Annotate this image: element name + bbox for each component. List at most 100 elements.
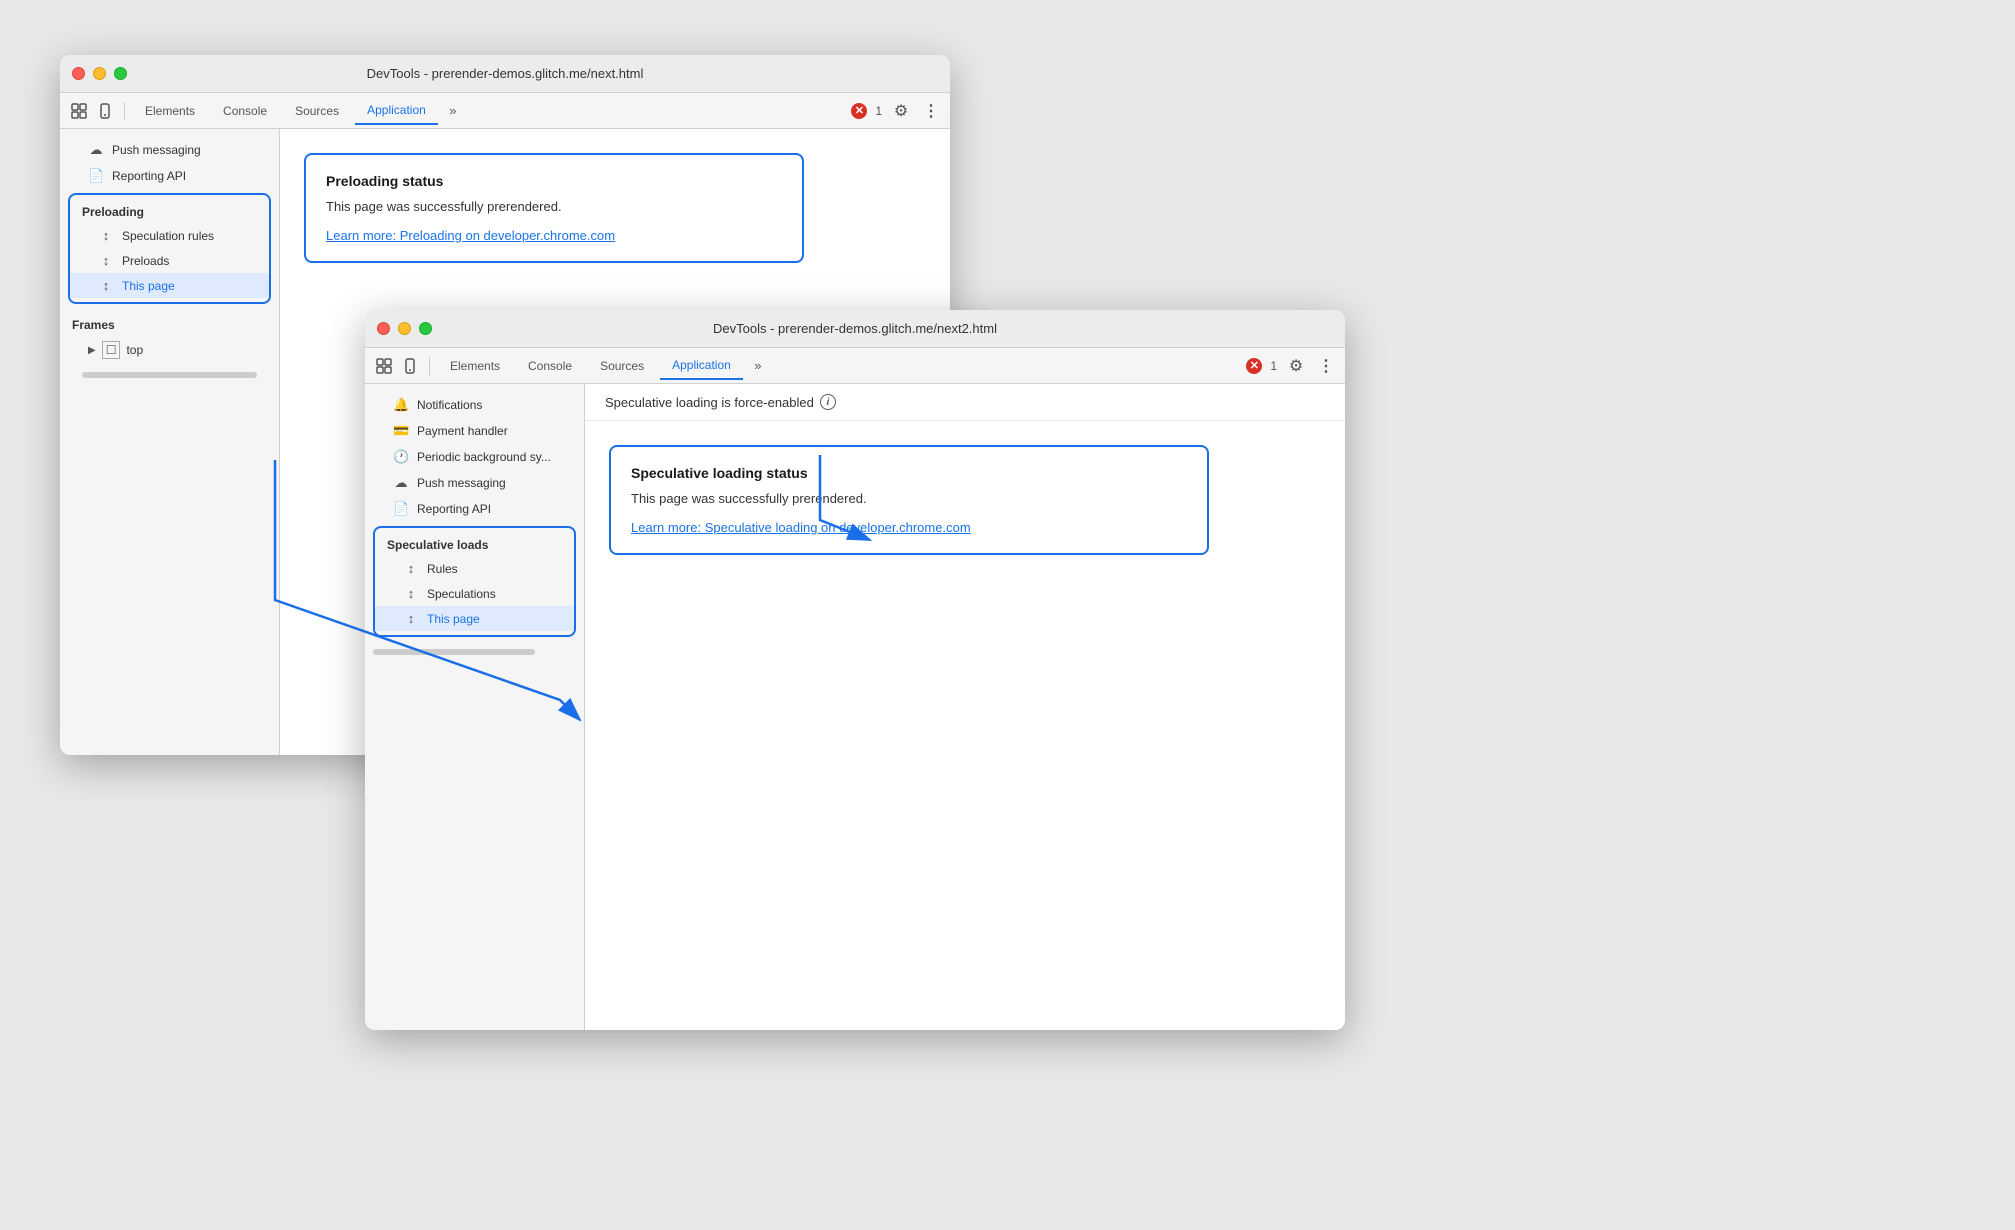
more-tabs-icon-1[interactable]: » [442, 100, 464, 122]
preloading-header: Preloading [70, 199, 269, 223]
sidebar-item-periodic-bg-sync[interactable]: 🕐 Periodic background sy... [365, 444, 584, 470]
sidebar-item-this-page-2[interactable]: ↕ This page [375, 606, 574, 631]
tab-console-2[interactable]: Console [516, 353, 584, 379]
sidebar-item-preloads[interactable]: ↕ Preloads [70, 248, 269, 273]
more-icon-2[interactable]: ⋮ [1315, 355, 1337, 377]
reporting-api-label: Reporting API [112, 169, 186, 183]
speculative-loads-box: Speculative loads ↕ Rules ↕ Speculations… [373, 526, 576, 637]
payment-handler-label: Payment handler [417, 424, 508, 438]
tab-elements-2[interactable]: Elements [438, 353, 512, 379]
toolbar-right-2: ✕ 1 ⚙ ⋮ [1246, 355, 1337, 377]
rules-icon: ↕ [403, 561, 419, 576]
frames-top-label: top [126, 343, 143, 357]
sidebar-item-reporting-api[interactable]: 📄 Reporting API [60, 163, 279, 189]
preloads-label: Preloads [122, 254, 169, 268]
separator-2 [429, 357, 430, 375]
this-page-label-2: This page [427, 612, 480, 626]
speculative-status-title: Speculative loading status [631, 465, 1187, 481]
inspect-icon-2[interactable] [373, 355, 395, 377]
tab-sources-1[interactable]: Sources [283, 98, 351, 124]
speculative-status-box: Speculative loading status This page was… [609, 445, 1209, 555]
reporting-api-icon: 📄 [88, 168, 104, 184]
preloading-learn-more-link[interactable]: Learn more: Preloading on developer.chro… [326, 228, 782, 243]
notifications-label: Notifications [417, 398, 482, 412]
frames-top[interactable]: ▶ ☐ top [60, 336, 279, 364]
maximize-button-1[interactable] [114, 67, 127, 80]
speculation-rules-label: Speculation rules [122, 229, 214, 243]
toolbar-2: Elements Console Sources Application » ✕… [365, 348, 1345, 384]
device-icon-2[interactable] [399, 355, 421, 377]
notifications-icon: 🔔 [393, 397, 409, 413]
traffic-lights-2[interactable] [377, 322, 432, 335]
tab-console-1[interactable]: Console [211, 98, 279, 124]
push-messaging-icon-2: ☁ [393, 475, 409, 491]
close-button-2[interactable] [377, 322, 390, 335]
sidebar-item-rules[interactable]: ↕ Rules [375, 556, 574, 581]
devtools-window-2[interactable]: DevTools - prerender-demos.glitch.me/nex… [365, 310, 1345, 1030]
reporting-api-icon-2: 📄 [393, 501, 409, 517]
settings-icon-2[interactable]: ⚙ [1285, 355, 1307, 377]
triangle-icon: ▶ [88, 345, 96, 356]
maximize-button-2[interactable] [419, 322, 432, 335]
tab-application-1[interactable]: Application [355, 97, 438, 125]
frame-icon: ☐ [102, 341, 121, 359]
minimize-button-2[interactable] [398, 322, 411, 335]
sidebar-item-speculation-rules[interactable]: ↕ Speculation rules [70, 223, 269, 248]
more-icon-1[interactable]: ⋮ [920, 100, 942, 122]
error-badge-1: ✕ [851, 103, 867, 119]
tab-sources-2[interactable]: Sources [588, 353, 656, 379]
settings-icon-1[interactable]: ⚙ [890, 100, 912, 122]
window-title-2: DevTools - prerender-demos.glitch.me/nex… [713, 321, 997, 336]
periodic-bg-sync-icon: 🕐 [393, 449, 409, 465]
titlebar-2: DevTools - prerender-demos.glitch.me/nex… [365, 310, 1345, 348]
info-icon[interactable]: i [820, 394, 836, 410]
this-page-icon-2: ↕ [403, 611, 419, 626]
rules-label: Rules [427, 562, 458, 576]
preloading-status-box: Preloading status This page was successf… [304, 153, 804, 263]
payment-handler-icon: 💳 [393, 423, 409, 439]
toolbar-1: Elements Console Sources Application » ✕… [60, 93, 950, 129]
tab-elements-1[interactable]: Elements [133, 98, 207, 124]
sidebar-item-payment-handler[interactable]: 💳 Payment handler [365, 418, 584, 444]
force-enabled-bar: Speculative loading is force-enabled i [585, 384, 1345, 421]
sidebar-item-speculations[interactable]: ↕ Speculations [375, 581, 574, 606]
sidebar-item-push-messaging-2[interactable]: ☁ Push messaging [365, 470, 584, 496]
reporting-api-label-2: Reporting API [417, 502, 491, 516]
device-icon[interactable] [94, 100, 116, 122]
more-tabs-icon-2[interactable]: » [747, 355, 769, 377]
sidebar-item-this-page[interactable]: ↕ This page [70, 273, 269, 298]
preloads-icon: ↕ [98, 253, 114, 268]
tab-application-2[interactable]: Application [660, 352, 743, 380]
preloading-status-title: Preloading status [326, 173, 782, 189]
preloading-box: Preloading ↕ Speculation rules ↕ Preload… [68, 193, 271, 304]
sidebar-item-notifications[interactable]: 🔔 Notifications [365, 392, 584, 418]
frames-header: Frames [60, 312, 279, 336]
error-badge-2: ✕ [1246, 358, 1262, 374]
sidebar-2: 🔔 Notifications 💳 Payment handler 🕐 Peri… [365, 384, 585, 1030]
this-page-label: This page [122, 279, 175, 293]
sidebar-scrollbar-2[interactable] [373, 649, 535, 655]
speculative-learn-more-link[interactable]: Learn more: Speculative loading on devel… [631, 520, 1187, 535]
error-count-2: 1 [1270, 359, 1277, 373]
preloading-status-text: This page was successfully prerendered. [326, 199, 782, 214]
push-messaging-section: ☁ Push messaging 📄 Reporting API [60, 137, 279, 189]
sidebar-1: ☁ Push messaging 📄 Reporting API Preload… [60, 129, 280, 755]
speculative-loads-header: Speculative loads [375, 532, 574, 556]
speculation-rules-icon: ↕ [98, 228, 114, 243]
sidebar-item-reporting-api-2[interactable]: 📄 Reporting API [365, 496, 584, 522]
sidebar-scrollbar[interactable] [82, 372, 257, 378]
minimize-button-1[interactable] [93, 67, 106, 80]
toolbar-right-1: ✕ 1 ⚙ ⋮ [851, 100, 942, 122]
sidebar-item-push-messaging[interactable]: ☁ Push messaging [60, 137, 279, 163]
force-enabled-text: Speculative loading is force-enabled [605, 395, 814, 410]
push-messaging-label: Push messaging [112, 143, 201, 157]
close-button-1[interactable] [72, 67, 85, 80]
traffic-lights-1[interactable] [72, 67, 127, 80]
speculative-status-text: This page was successfully prerendered. [631, 491, 1187, 506]
frames-section: Frames ▶ ☐ top [60, 312, 279, 364]
push-messaging-label-2: Push messaging [417, 476, 506, 490]
main-content-area-2: Speculative loading status This page was… [585, 421, 1345, 1030]
inspect-icon[interactable] [68, 100, 90, 122]
sidebar-scroll-area [60, 372, 279, 432]
window-title-1: DevTools - prerender-demos.glitch.me/nex… [367, 66, 644, 81]
